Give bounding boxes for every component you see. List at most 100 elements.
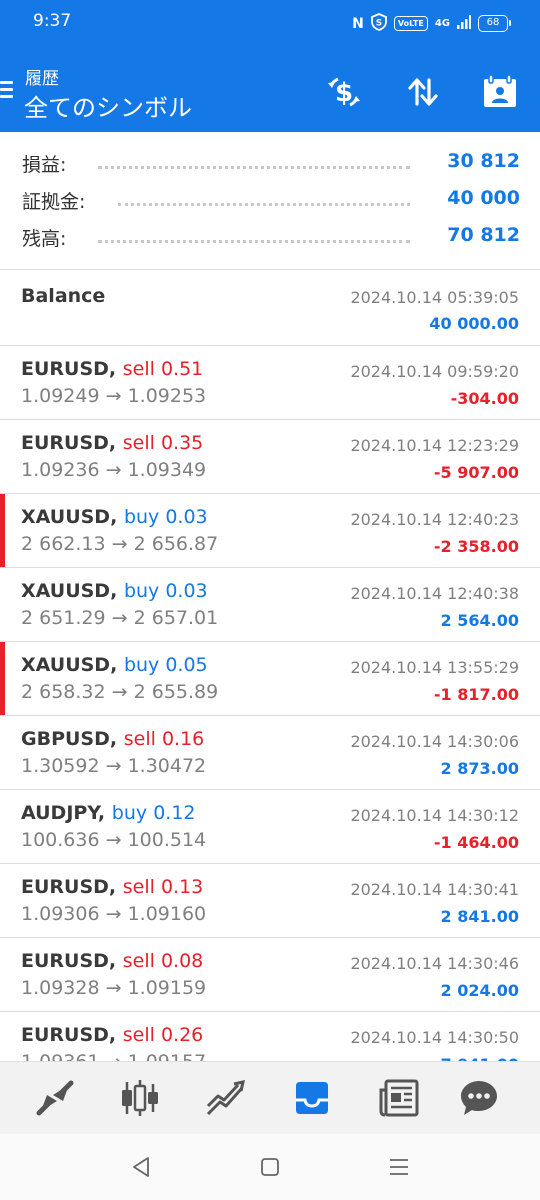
trade-date: 2024.10.14 12:40:23 xyxy=(350,510,519,529)
trade-side-label: sell xyxy=(122,358,155,380)
recents-icon[interactable] xyxy=(386,1154,412,1180)
currency-exchange-icon[interactable]: $ xyxy=(324,72,364,112)
page-title[interactable]: 全てのシンボル xyxy=(24,88,192,123)
trade-row[interactable]: XAUUSD, buy 0.05 2 658.32 → 2 655.89 2024.… xyxy=(0,642,540,716)
trade-side-label: sell xyxy=(123,728,156,750)
trade-row[interactable]: EURUSD, sell 0.08 1.09328 → 1.09159 2024.1… xyxy=(0,938,540,1012)
home-icon[interactable] xyxy=(257,1154,283,1180)
trade-row[interactable]: EURUSD, sell 0.13 1.09306 → 1.09160 2024.1… xyxy=(0,864,540,938)
balance-entry-amount: 40 000.00 xyxy=(429,314,519,333)
summary-panel: 損益: 30 812 証拠金: 40 000 残高: 70 812 xyxy=(0,132,540,270)
trade-row[interactable]: GBPUSD, sell 0.16 1.30592 → 1.30472 2024.1… xyxy=(0,716,540,790)
trade-row[interactable]: EURUSD, sell 0.26 1.09361 → 1.09157 2024.1… xyxy=(0,1012,540,1061)
chat-icon[interactable] xyxy=(457,1076,501,1120)
trade-profit: 2 024.00 xyxy=(440,981,519,1000)
trade-profit: 2 841.00 xyxy=(440,907,519,926)
trade-symbol: AUDJPY, xyxy=(21,802,106,824)
app-bar-subtitle: 履歴 xyxy=(25,69,59,89)
trade-profit: 2 564.00 xyxy=(440,611,519,630)
deposit-label: 証拠金: xyxy=(22,187,90,214)
trade-side: sell 0.51 xyxy=(123,358,204,380)
trade-row[interactable]: XAUUSD, buy 0.03 2 651.29 → 2 657.01 2024.… xyxy=(0,568,540,642)
trade-volume: 0.35 xyxy=(160,432,204,454)
trade-title: XAUUSD, buy 0.03 xyxy=(21,506,208,528)
trade-volume: 0.16 xyxy=(161,728,205,750)
trade-title: EURUSD, sell 0.35 xyxy=(21,432,203,454)
loss-flag xyxy=(0,642,5,715)
trade-prices: 1.09306 → 1.09160 xyxy=(21,903,207,925)
quotes-icon[interactable] xyxy=(33,1076,77,1120)
trade-side-label: buy xyxy=(111,802,148,824)
trade-side-label: sell xyxy=(122,1024,155,1046)
trade-profit: -5 907.00 xyxy=(433,463,519,482)
trade-side-label: buy xyxy=(123,654,160,676)
profit-label: 損益: xyxy=(22,150,71,177)
bottom-nav xyxy=(0,1061,540,1134)
history-icon[interactable] xyxy=(290,1076,334,1120)
trade-symbol: EURUSD, xyxy=(21,950,117,972)
balance-entry[interactable]: Balance 2024.10.14 05:39:05 40 000.00 xyxy=(0,271,540,346)
signal-icon xyxy=(457,15,471,32)
trade-row[interactable]: EURUSD, sell 0.51 1.09249 → 1.09253 2024.1… xyxy=(0,346,540,420)
volte-icon: VoLTE xyxy=(393,16,428,31)
trade-profit: -304.00 xyxy=(450,389,519,408)
trade-date: 2024.10.14 14:30:41 xyxy=(350,880,519,899)
news-icon[interactable] xyxy=(377,1076,421,1120)
trade-volume: 0.05 xyxy=(165,654,208,676)
trade-symbol: XAUUSD, xyxy=(21,654,118,676)
trade-volume: 0.03 xyxy=(165,506,208,528)
app-bar: 履歴 全てのシンボル $ xyxy=(0,48,540,132)
back-icon[interactable] xyxy=(128,1154,154,1180)
trade-prices: 1.09236 → 1.09349 xyxy=(21,459,207,481)
svg-text:S: S xyxy=(376,19,382,29)
summary-deposit-row: 証拠金: 40 000 xyxy=(22,187,520,217)
trade-prices: 100.636 → 100.514 xyxy=(21,829,207,851)
trade-prices: 1.30592 → 1.30472 xyxy=(21,755,207,777)
trade-symbol: EURUSD, xyxy=(21,1024,117,1046)
trade-profit: 2 873.00 xyxy=(440,759,519,778)
menu-icon[interactable] xyxy=(0,81,13,99)
trade-volume: 0.13 xyxy=(160,876,204,898)
trade-side: buy 0.03 xyxy=(124,506,208,528)
profit-value: 30 812 xyxy=(441,150,520,172)
trade-prices: 1.09361 → 1.09157 xyxy=(21,1051,206,1061)
trade-side-label: sell xyxy=(122,950,155,972)
system-nav-bar xyxy=(0,1134,540,1200)
chart-icon[interactable] xyxy=(118,1076,162,1120)
trade-side: sell 0.13 xyxy=(123,876,204,898)
status-time: 9:37 xyxy=(33,11,72,31)
balance-entry-date: 2024.10.14 05:39:05 xyxy=(350,288,519,307)
trade-icon[interactable] xyxy=(204,1076,248,1120)
calendar-icon[interactable] xyxy=(480,72,520,112)
history-list[interactable]: Balance 2024.10.14 05:39:05 40 000.00 EU… xyxy=(0,271,540,1061)
status-icons: N S VoLTE 4G 68 xyxy=(352,13,511,34)
trade-volume: 0.26 xyxy=(160,1024,204,1046)
trade-side-label: sell xyxy=(122,876,155,898)
trade-prices: 2 658.32 → 2 655.89 xyxy=(21,681,219,703)
trade-prices: 1.09249 → 1.09253 xyxy=(21,385,207,407)
battery-icon: 68 xyxy=(478,15,511,32)
trade-symbol: GBPUSD, xyxy=(21,728,118,750)
trade-symbol: XAUUSD, xyxy=(21,580,118,602)
dotted-leader xyxy=(98,166,410,169)
trade-volume: 0.08 xyxy=(160,950,204,972)
trade-profit: -1 464.00 xyxy=(433,833,519,852)
trade-row[interactable]: AUDJPY, buy 0.12 100.636 → 100.514 2024.10… xyxy=(0,790,540,864)
balance-entry-label: Balance xyxy=(21,285,106,307)
network-type: 4G xyxy=(434,18,450,29)
sort-icon[interactable] xyxy=(403,72,443,112)
balance-label: 残高: xyxy=(22,224,71,251)
trade-date: 2024.10.14 14:30:46 xyxy=(350,954,519,973)
dotted-leader xyxy=(118,203,410,206)
trade-prices: 1.09328 → 1.09159 xyxy=(21,977,207,999)
trade-row[interactable]: XAUUSD, buy 0.03 2 662.13 → 2 656.87 2024.… xyxy=(0,494,540,568)
trade-symbol: EURUSD, xyxy=(21,358,117,380)
trade-side: sell 0.26 xyxy=(123,1024,204,1046)
trade-row[interactable]: EURUSD, sell 0.35 1.09236 → 1.09349 2024.1… xyxy=(0,420,540,494)
trade-title: XAUUSD, buy 0.03 xyxy=(21,580,208,602)
trade-date: 2024.10.14 13:55:29 xyxy=(350,658,519,677)
trade-volume: 0.51 xyxy=(160,358,204,380)
trade-date: 2024.10.14 14:30:12 xyxy=(350,806,519,825)
trade-symbol: EURUSD, xyxy=(21,876,117,898)
trade-title: EURUSD, sell 0.51 xyxy=(21,358,203,380)
